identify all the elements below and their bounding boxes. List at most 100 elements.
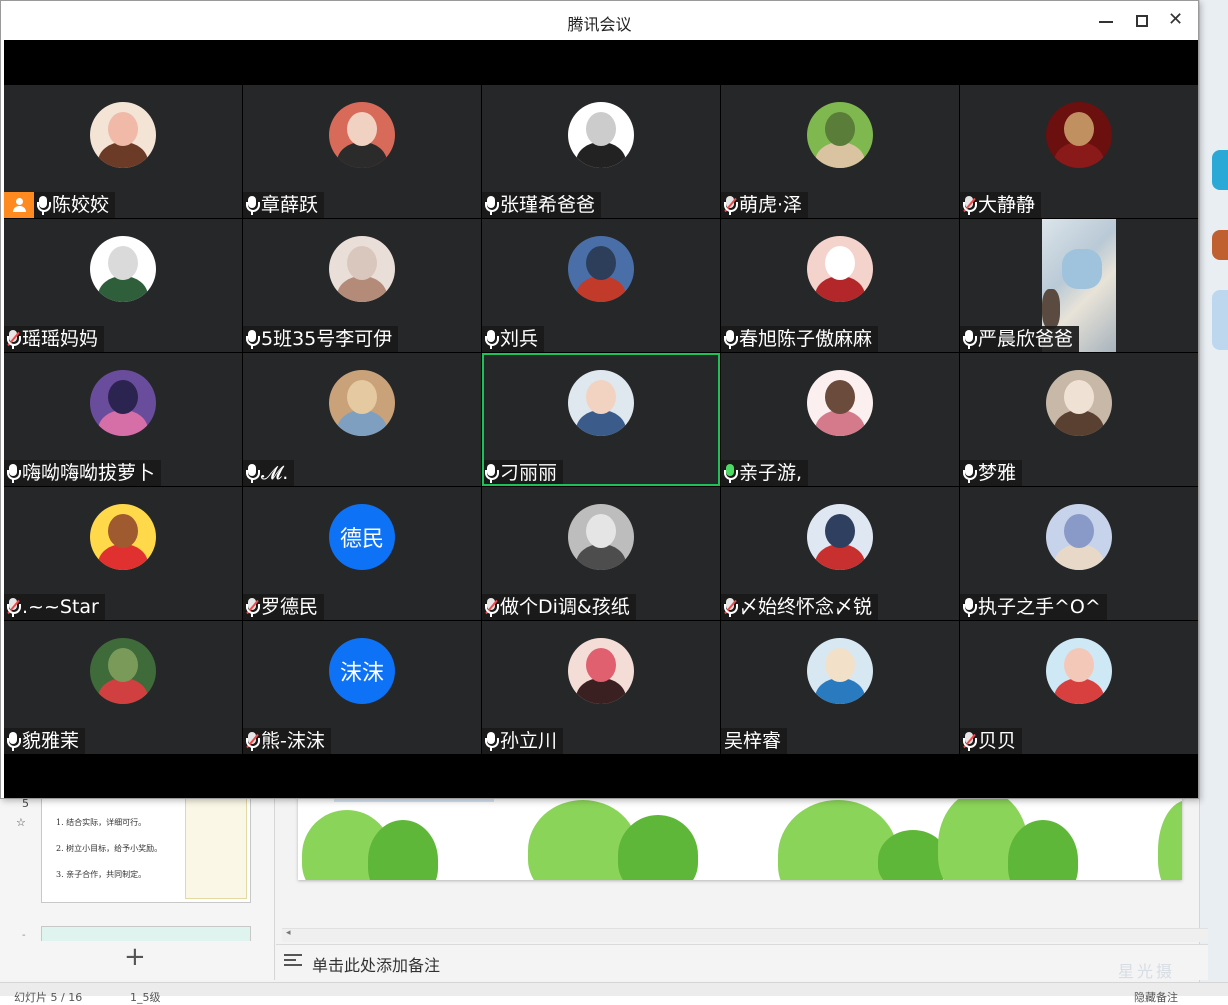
participant-avatar (1046, 102, 1112, 168)
maximize-icon (1136, 15, 1148, 27)
participant-avatar (568, 504, 634, 570)
microphone-icon (484, 195, 499, 215)
participant-name: 章薛跃 (261, 194, 319, 216)
participant-tile[interactable]: 刘兵 (482, 219, 720, 352)
participant-name-tag: 亲子游, (721, 460, 809, 486)
participant-name-tag: 陈姣姣 (4, 192, 116, 218)
participant-tile[interactable]: 章薛跃 (243, 85, 481, 218)
mic-muted-icon (962, 731, 977, 751)
microphone-icon (245, 463, 260, 483)
participant-name: 孙立川 (500, 730, 558, 752)
participant-name: 梦雅 (978, 462, 1017, 484)
participant-name-tag: 章薛跃 (243, 192, 325, 218)
participant-name: 执子之手^O^ (978, 596, 1101, 618)
participant-tile[interactable]: 沫沫熊-沫沫 (243, 621, 481, 754)
participant-avatar (807, 370, 873, 436)
close-icon: ✕ (1168, 9, 1184, 30)
participant-name: 春旭陈子傲麻麻 (739, 328, 873, 350)
participant-tile[interactable]: 梦雅 (960, 353, 1198, 486)
participant-tile[interactable]: 瑶瑶妈妈 (4, 219, 242, 352)
leaf-shape (1158, 800, 1182, 880)
participant-name-tag: 貌雅茉 (4, 728, 86, 754)
participant-name-tag: 刁丽丽 (484, 460, 564, 484)
close-button[interactable]: ✕ (1163, 7, 1193, 35)
participant-tile[interactable]: 貌雅茉 (4, 621, 242, 754)
participant-tile[interactable]: 〆始终怀念〆锐 (721, 487, 959, 620)
participant-name: 嗨呦嗨呦拔萝卜 (22, 462, 156, 484)
horizontal-scrollbar[interactable] (282, 928, 1208, 942)
participant-name: 〆始终怀念〆锐 (739, 596, 873, 618)
participant-name-tag: .~~Star (4, 594, 105, 620)
participant-name: 𝓜. (261, 462, 289, 484)
participant-tile[interactable]: 刁丽丽 (482, 353, 720, 486)
participant-name: 5班35号李可伊 (261, 328, 393, 350)
participant-avatar (568, 236, 634, 302)
participant-avatar: 沫沫 (329, 638, 395, 704)
title-bar[interactable]: 腾讯会议 ✕ (1, 1, 1198, 40)
strip-decoration (1212, 290, 1228, 350)
participant-tile[interactable]: .~~Star (4, 487, 242, 620)
participant-tile[interactable]: 张瑾希爸爸 (482, 85, 720, 218)
participant-tile[interactable]: 做个Di调&孩纸 (482, 487, 720, 620)
participant-tile[interactable]: 陈姣姣 (4, 85, 242, 218)
participant-tile[interactable]: 春旭陈子傲麻麻 (721, 219, 959, 352)
thumb-study-plan-image (185, 796, 247, 899)
participant-name: 严晨欣爸爸 (978, 328, 1074, 350)
participant-avatar (90, 638, 156, 704)
participant-name: 张瑾希爸爸 (500, 194, 596, 216)
participant-name-tag: 刘兵 (482, 326, 545, 352)
participant-name-tag: 𝓜. (243, 460, 295, 486)
status-hide-notes[interactable]: 隐藏备注 (1134, 989, 1178, 1005)
minimize-button[interactable] (1091, 7, 1121, 35)
participant-avatar (90, 504, 156, 570)
add-slide-button[interactable]: + (124, 944, 146, 970)
participant-name: 做个Di调&孩纸 (500, 596, 630, 618)
participant-tile[interactable]: 𝓜. (243, 353, 481, 486)
participant-tile[interactable]: 德民 罗德民 (243, 487, 481, 620)
mic-muted-icon (245, 597, 260, 617)
participant-tile[interactable]: 孙立川 (482, 621, 720, 754)
participant-avatar (807, 102, 873, 168)
microphone-icon (245, 195, 260, 215)
slide-thumbnail[interactable]: 1. 结合实际，详细可行。 2. 树立小目标，给予小奖励。 3. 亲子合作，共同… (41, 790, 251, 903)
participant-name: 罗德民 (261, 596, 319, 618)
participant-name-tag: 张瑾希爸爸 (482, 192, 602, 218)
participant-name: 熊-沫沫 (261, 730, 325, 752)
participant-tile[interactable]: 严晨欣爸爸 (960, 219, 1198, 352)
participant-name-tag: 嗨呦嗨呦拔萝卜 (4, 460, 162, 486)
participant-tile[interactable]: 5班35号李可伊 (243, 219, 481, 352)
mic-muted-icon (6, 597, 21, 617)
notes-placeholder[interactable]: 单击此处添加备注 (312, 952, 440, 976)
microphone-icon (484, 329, 499, 349)
slide-thumbnail-next[interactable] (41, 926, 251, 941)
strip-decoration (1212, 150, 1228, 190)
participant-name: 陈姣姣 (52, 194, 110, 216)
participant-tile[interactable]: 贝贝 (960, 621, 1198, 754)
participant-avatar (568, 370, 634, 436)
participant-name: 刁丽丽 (500, 462, 558, 484)
scroll-left-icon[interactable]: ◂ (286, 928, 291, 938)
mic-muted-icon (723, 597, 738, 617)
status-level: 1_5级 (130, 991, 161, 1004)
microphone-icon (962, 597, 977, 617)
participant-tile[interactable]: 大静静 (960, 85, 1198, 218)
participant-tile[interactable]: 亲子游, (721, 353, 959, 486)
participant-tile[interactable]: 执子之手^O^ (960, 487, 1198, 620)
participant-name-tag: 梦雅 (960, 460, 1023, 486)
participant-name-tag: 执子之手^O^ (960, 594, 1107, 620)
participant-name-tag: 春旭陈子傲麻麻 (721, 326, 879, 352)
participant-name-tag: 5班35号李可伊 (243, 326, 399, 352)
participant-tile[interactable]: 嗨呦嗨呦拔萝卜 (4, 353, 242, 486)
participant-tile[interactable]: 吴梓睿 (721, 621, 959, 754)
notes-icon (284, 952, 302, 968)
microphone-icon (962, 329, 977, 349)
status-bar: 幻灯片 5 / 16 1_5级 隐藏备注 (0, 982, 1228, 1004)
meeting-window: 腾讯会议 ✕ 陈姣姣 章薛跃 张瑾希爸爸 萌虎·泽 大静静瑶瑶妈妈 5班35号李可伊 刘兵 春… (0, 0, 1199, 799)
participant-name: 亲子游, (739, 462, 803, 484)
participant-avatar (1046, 504, 1112, 570)
participant-grid: 陈姣姣 章薛跃 张瑾希爸爸 萌虎·泽 大静静瑶瑶妈妈 5班35号李可伊 刘兵 春旭陈子傲麻麻 严… (4, 85, 1198, 755)
maximize-button[interactable] (1127, 7, 1157, 35)
microphone-icon (245, 329, 260, 349)
slide-divider-dot: - (22, 930, 26, 941)
participant-tile[interactable]: 萌虎·泽 (721, 85, 959, 218)
